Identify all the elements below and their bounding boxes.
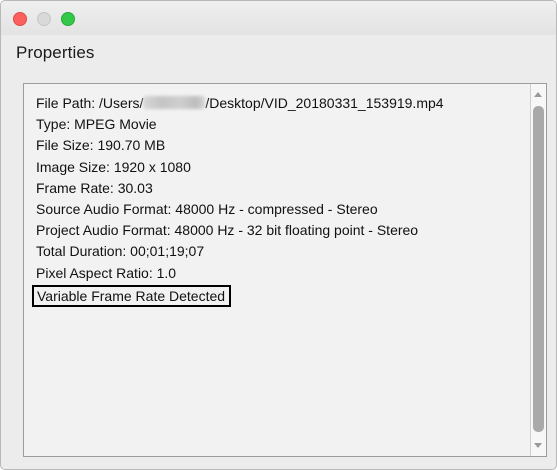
zoom-window-button[interactable] [61,12,75,26]
file-size-line: File Size: 190.70 MB [36,137,166,154]
variable-frame-rate-highlight: Variable Frame Rate Detected [32,284,232,307]
close-window-button[interactable] [13,12,27,26]
file-path-suffix: /Desktop/VID_20180331_153919.mp4 [205,95,444,111]
properties-window: Properties File Path: /Users/ /Desktop/VI… [0,0,557,470]
vertical-scrollbar[interactable] [530,84,546,456]
title-bar[interactable] [1,1,556,35]
scrollbar-thumb[interactable] [533,106,544,432]
properties-list: File Path: /Users/ /Desktop/VID_20180331_… [32,93,444,307]
source-audio-format-line: Source Audio Format: 48000 Hz - compress… [36,201,378,218]
redacted-username [143,96,206,109]
project-audio-format-line: Project Audio Format: 48000 Hz - 32 bit … [36,222,419,239]
properties-text-area[interactable]: File Path: /Users/ /Desktop/VID_20180331_… [23,83,547,457]
file-path-prefix: File Path: /Users/ [36,95,144,111]
type-line: Type: MPEG Movie [36,116,157,133]
variable-frame-rate-line: Variable Frame Rate Detected [32,284,444,307]
minimize-window-button[interactable] [37,12,51,26]
pixel-aspect-ratio-line: Pixel Aspect Ratio: 1.0 [36,264,177,281]
total-duration-line: Total Duration: 00;01;19;07 [36,243,205,260]
image-size-line: Image Size: 1920 x 1080 [36,158,191,175]
file-path-line: File Path: /Users/ /Desktop/VID_20180331_… [36,93,444,114]
panel-title: Properties [16,43,95,62]
scroll-up-arrow-icon[interactable] [534,92,542,97]
frame-rate-line: Frame Rate: 30.03 [36,179,153,196]
scroll-down-arrow-icon[interactable] [534,443,542,448]
